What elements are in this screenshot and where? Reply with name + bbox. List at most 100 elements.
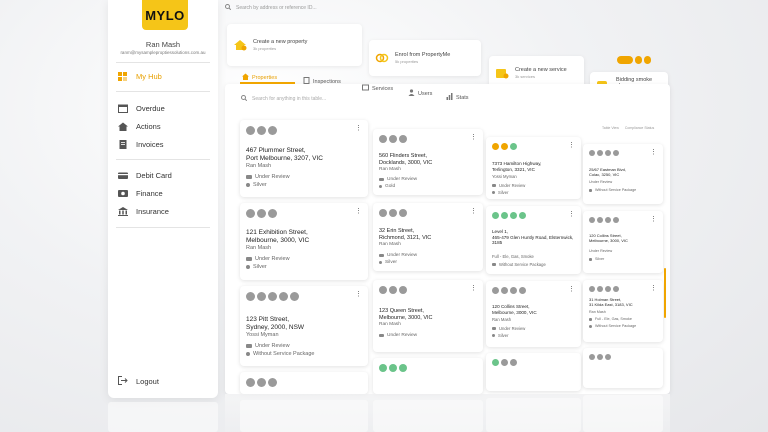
service-icons	[379, 209, 407, 217]
property-card[interactable]: ⋮ 560 Flinders Street, Docklands, 3000, …	[373, 129, 483, 195]
more-options-icon[interactable]: ⋮	[355, 290, 362, 298]
property-status: Under Review	[379, 333, 417, 338]
property-card[interactable]: ⋮ 467 Plummer Street, Port Melbourne, 32…	[240, 120, 368, 197]
property-owner: Yossi Myman	[246, 332, 279, 338]
sidebar-item-invoices[interactable]: Invoices	[118, 140, 164, 149]
sidebar-item-my-hub[interactable]: My Hub	[118, 72, 162, 81]
services-icon	[362, 84, 369, 93]
more-options-icon[interactable]: ⋮	[470, 207, 477, 215]
toggle-option[interactable]	[644, 56, 651, 64]
tier-text: Without Service Package	[253, 351, 315, 357]
tier-icon	[589, 324, 592, 328]
property-owner: Under Review	[589, 249, 613, 253]
more-options-icon[interactable]: ⋮	[470, 284, 477, 292]
search-icon	[241, 95, 248, 103]
more-options-icon[interactable]: ⋮	[568, 285, 575, 293]
gas-icon	[605, 354, 611, 360]
table-search-input[interactable]: Search for anything in this table...	[241, 95, 326, 103]
enrol-propertyme-card[interactable]: Enrol from PropertyMe 5k properties	[369, 40, 481, 76]
inspections-icon	[303, 77, 310, 86]
gas-icon	[510, 143, 517, 150]
tab-inspections[interactable]: Inspections	[303, 77, 341, 86]
more-options-icon[interactable]: ⋮	[568, 141, 575, 149]
view-toggles[interactable]	[617, 56, 651, 64]
users-icon	[408, 89, 415, 98]
property-tier: Without Service Package	[589, 324, 636, 328]
property-card[interactable]: ⋮ 120 Collins Street, Melbourne, 3000, V…	[583, 211, 663, 273]
logout-button[interactable]: Logout	[118, 376, 159, 387]
service-icons	[492, 143, 517, 150]
sidebar-item-label: Invoices	[136, 140, 164, 149]
divider	[116, 227, 210, 228]
property-card[interactable]: ⋮ 121 Exhibition Street, Melbourne, 3000…	[240, 203, 368, 280]
more-options-icon[interactable]: ⋮	[650, 148, 657, 156]
more-options-icon[interactable]: ⋮	[650, 215, 657, 223]
sidebar: MYLO Ran Mash ranm@mysampleproptiessolut…	[108, 0, 218, 398]
smoke-icon	[492, 212, 499, 219]
property-card-partial[interactable]	[583, 348, 663, 388]
create-property-card[interactable]: Create a new property 3k properties	[227, 24, 362, 66]
mylo-logo: MYLO	[142, 0, 188, 30]
property-status: Under Review	[379, 177, 417, 182]
compliance-status-filter[interactable]: Compliance Status	[625, 126, 654, 130]
tab-label: Users	[418, 90, 433, 97]
property-status: Under Review	[492, 326, 525, 331]
more-options-icon[interactable]: ⋮	[355, 124, 362, 132]
sidebar-item-label: My Hub	[136, 72, 162, 81]
smoke-icon	[589, 354, 595, 360]
tier-text: Silver	[498, 333, 509, 338]
property-tier: Silver	[492, 333, 508, 338]
sidebar-item-finance[interactable]: Finance	[118, 189, 163, 198]
property-card-partial[interactable]	[373, 358, 483, 394]
more-options-icon[interactable]: ⋮	[355, 207, 362, 215]
toggle-switch[interactable]	[617, 56, 633, 64]
scrollbar-thumb[interactable]	[664, 268, 666, 318]
property-tier: Gold	[379, 184, 395, 189]
more-options-icon[interactable]: ⋮	[650, 284, 657, 292]
tier-text: Gold	[385, 184, 396, 189]
status-icon	[379, 254, 384, 257]
logout-icon	[118, 376, 128, 387]
sidebar-item-actions[interactable]: Actions	[118, 122, 161, 131]
sidebar-item-overdue[interactable]: Overdue	[118, 104, 165, 113]
property-status: Without Service Package	[589, 188, 636, 192]
card-icon	[118, 172, 128, 180]
table-view-toggle[interactable]: Table View	[602, 126, 619, 130]
property-card[interactable]: ⋮ 120 Collins Street, Melbourne, 3000, V…	[486, 281, 581, 347]
property-tier: Without Service Package	[246, 351, 314, 357]
property-card[interactable]: ⋮ 123 Queen Street, Melbourne, 3000, VIC…	[373, 280, 483, 352]
sidebar-item-label: Finance	[136, 189, 163, 198]
property-card[interactable]: ⋮ Level 1, 465-479 Glen Huntly Road, Els…	[486, 206, 581, 274]
more-options-icon[interactable]: ⋮	[470, 133, 477, 141]
service-icons	[589, 150, 619, 156]
status-text: Under Review	[499, 183, 526, 188]
service-icons	[379, 364, 407, 372]
property-card-partial[interactable]	[240, 372, 368, 394]
property-status: Under Review	[246, 343, 290, 349]
property-card-partial[interactable]	[486, 353, 581, 391]
property-card[interactable]: ⋮ 25/67 Eastman Blvd, Colac, 3250, VIC U…	[583, 144, 663, 204]
property-address: 7373 Hamilton Highway, Terlington, 3321,…	[492, 161, 542, 172]
sort-controls[interactable]: Table View Compliance Status	[602, 126, 654, 130]
tab-users[interactable]: Users	[408, 89, 432, 98]
property-card[interactable]: ⋮ 123 Pitt Street, Sydney, 2000, NSW Yos…	[240, 286, 368, 366]
sidebar-item-debit-card[interactable]: Debit Card	[118, 171, 172, 180]
smoke-icon	[379, 364, 387, 372]
top-search-input[interactable]: Search by address or reference ID...	[225, 0, 625, 16]
toggle-option[interactable]	[635, 56, 642, 64]
property-address: 123 Pitt Street, Sydney, 2000, NSW	[246, 316, 305, 332]
property-card[interactable]: ⋮ 7373 Hamilton Highway, Terlington, 332…	[486, 137, 581, 199]
property-status: Under Review	[492, 183, 525, 188]
tab-properties[interactable]: Properties	[242, 73, 277, 82]
sidebar-item-insurance[interactable]: Insurance	[118, 207, 169, 216]
card-reflection	[486, 398, 581, 432]
water-icon	[613, 286, 619, 292]
table-search-placeholder: Search for anything in this table...	[252, 96, 327, 102]
tab-services[interactable]: Services	[362, 84, 393, 93]
more-options-icon[interactable]: ⋮	[568, 210, 575, 218]
tab-stats[interactable]: Stats	[446, 93, 469, 102]
property-card[interactable]: ⋮ 32 Erin Street, Richmond, 3121, VIC Ra…	[373, 203, 483, 271]
house-icon	[118, 122, 128, 131]
document-icon	[118, 140, 128, 149]
property-card[interactable]: ⋮ 31 Holman Street, 31 Kilda East, 3183,…	[583, 280, 663, 342]
